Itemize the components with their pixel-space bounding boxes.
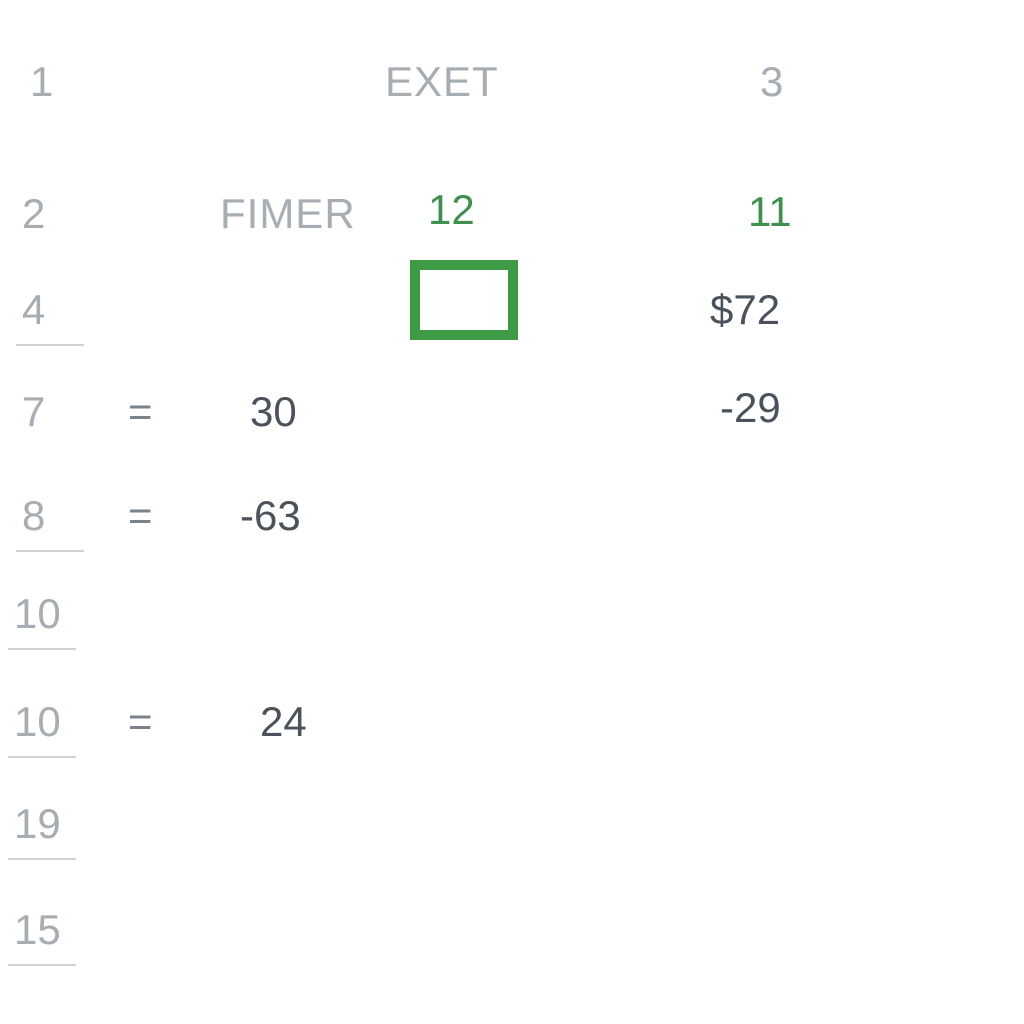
row-header-15[interactable]: 15 bbox=[14, 906, 74, 954]
equals-icon: = bbox=[128, 388, 153, 436]
equals-icon: = bbox=[128, 698, 153, 746]
spreadsheet-grid[interactable]: 1 EXET 3 2 FIMER 12 11 4 $72 7 = 30 -29 … bbox=[0, 0, 1024, 1024]
equals-icon: = bbox=[128, 492, 153, 540]
row-header-8[interactable]: 8 bbox=[22, 492, 82, 540]
cell-selection-outline[interactable] bbox=[410, 260, 518, 340]
cell-B2[interactable]: FIMER bbox=[220, 190, 356, 238]
cell-D2[interactable]: 11 bbox=[748, 188, 792, 236]
row-header-7[interactable]: 7 bbox=[22, 388, 82, 436]
cell-D7[interactable]: -29 bbox=[720, 384, 781, 432]
cell-D4[interactable]: $72 bbox=[710, 286, 780, 334]
cell-B10[interactable]: 24 bbox=[260, 698, 307, 746]
row-header-4[interactable]: 4 bbox=[22, 286, 82, 334]
cell-B7[interactable]: 30 bbox=[250, 388, 297, 436]
cell-C2[interactable]: 12 bbox=[428, 186, 475, 234]
header-col-3[interactable]: 3 bbox=[760, 58, 783, 106]
cell-B8[interactable]: -63 bbox=[240, 492, 301, 540]
row-header-10b[interactable]: 10 bbox=[14, 698, 74, 746]
header-col-1[interactable]: 1 bbox=[30, 58, 90, 106]
row-header-10a[interactable]: 10 bbox=[14, 590, 74, 638]
row-header-19[interactable]: 19 bbox=[14, 800, 74, 848]
header-col-2[interactable]: EXET bbox=[385, 58, 499, 106]
row-header-2[interactable]: 2 bbox=[22, 190, 82, 238]
